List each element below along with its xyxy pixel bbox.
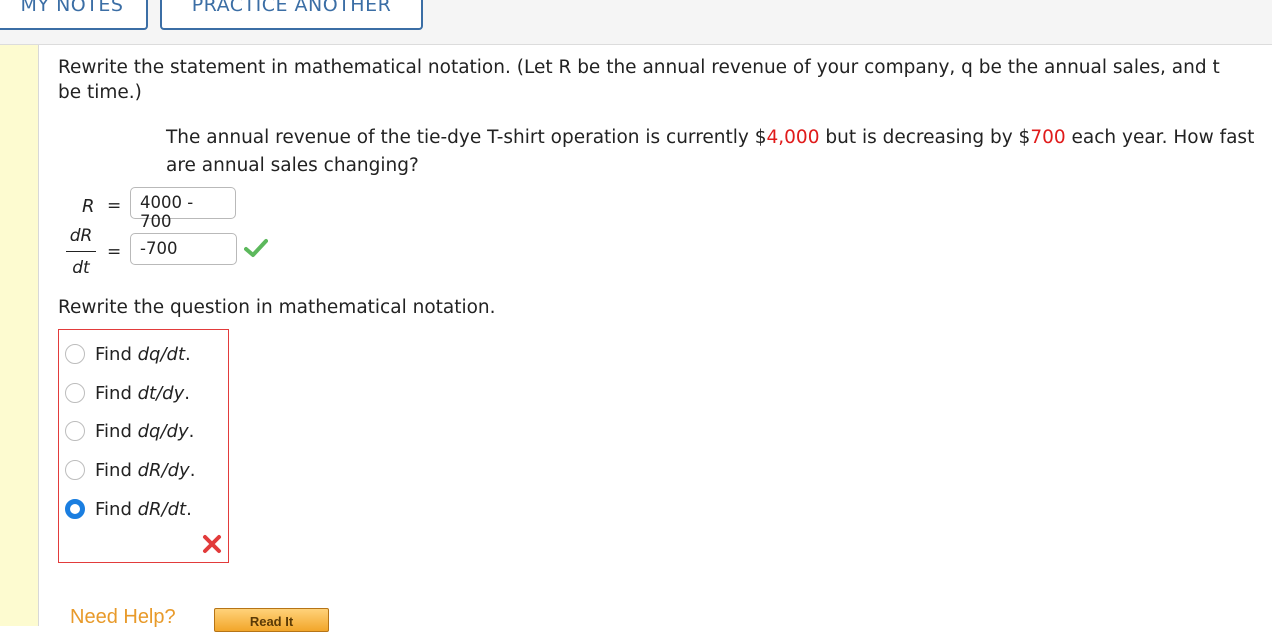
eq2-answer-input[interactable]: -700 (130, 233, 237, 265)
choice-label: Find dt/dy. (95, 382, 190, 404)
eq2-sign: = (107, 242, 122, 262)
choice-label: Find dq/dt. (95, 343, 191, 365)
left-margin-strip (0, 45, 39, 626)
choice-label: Find dq/dy. (95, 420, 195, 442)
statement-value-decrease: 700 (1030, 127, 1066, 148)
eq1-sign: = (107, 196, 122, 216)
practice-another-button[interactable]: PRACTICE ANOTHER (160, 0, 423, 30)
statement-text-1: The annual revenue of the tie-dye T-shir… (166, 127, 767, 148)
prompt-text: Rewrite the statement in mathematical no… (58, 57, 1220, 103)
derivative-fraction: dR dt (66, 226, 96, 278)
choice-option-2[interactable]: Find dt/dy. (65, 381, 190, 405)
eq1-answer-input[interactable]: 4000 - 700 (130, 187, 236, 231)
choice-option-3[interactable]: Find dq/dy. (65, 419, 194, 443)
fraction-denominator: dt (72, 258, 90, 278)
choices-group: Find dq/dt. Find dt/dy. Find dq/dy. Find… (58, 329, 229, 563)
read-it-button[interactable]: Read It (214, 608, 329, 632)
choice-option-5[interactable]: Find dR/dt. (65, 497, 192, 521)
incorrect-x-icon (203, 535, 221, 553)
statement-text-2: but is decreasing by $ (819, 127, 1031, 148)
problem-prompt: Rewrite the statement in mathematical no… (58, 55, 1248, 105)
eq1-label: R (82, 196, 95, 217)
choice-option-1[interactable]: Find dq/dt. (65, 342, 191, 366)
radio-button[interactable] (65, 460, 85, 480)
problem-statement: The annual revenue of the tie-dye T-shir… (166, 124, 1256, 180)
fraction-numerator: dR (69, 226, 93, 246)
radio-button[interactable] (65, 383, 85, 403)
choice-option-4[interactable]: Find dR/dy. (65, 458, 195, 482)
choice-label: Find dR/dy. (95, 459, 196, 481)
top-toolbar: MY NOTES PRACTICE ANOTHER (0, 0, 1272, 45)
choice-label: Find dR/dt. (95, 498, 192, 520)
statement-value-revenue: 4,000 (766, 127, 820, 148)
radio-button[interactable] (65, 421, 85, 441)
radio-button[interactable] (65, 344, 85, 364)
question-prompt: Rewrite the question in mathematical not… (58, 297, 496, 318)
check-icon (244, 239, 268, 257)
my-notes-button[interactable]: MY NOTES (0, 0, 148, 30)
fraction-bar (66, 251, 96, 252)
radio-button-selected[interactable] (65, 499, 85, 519)
